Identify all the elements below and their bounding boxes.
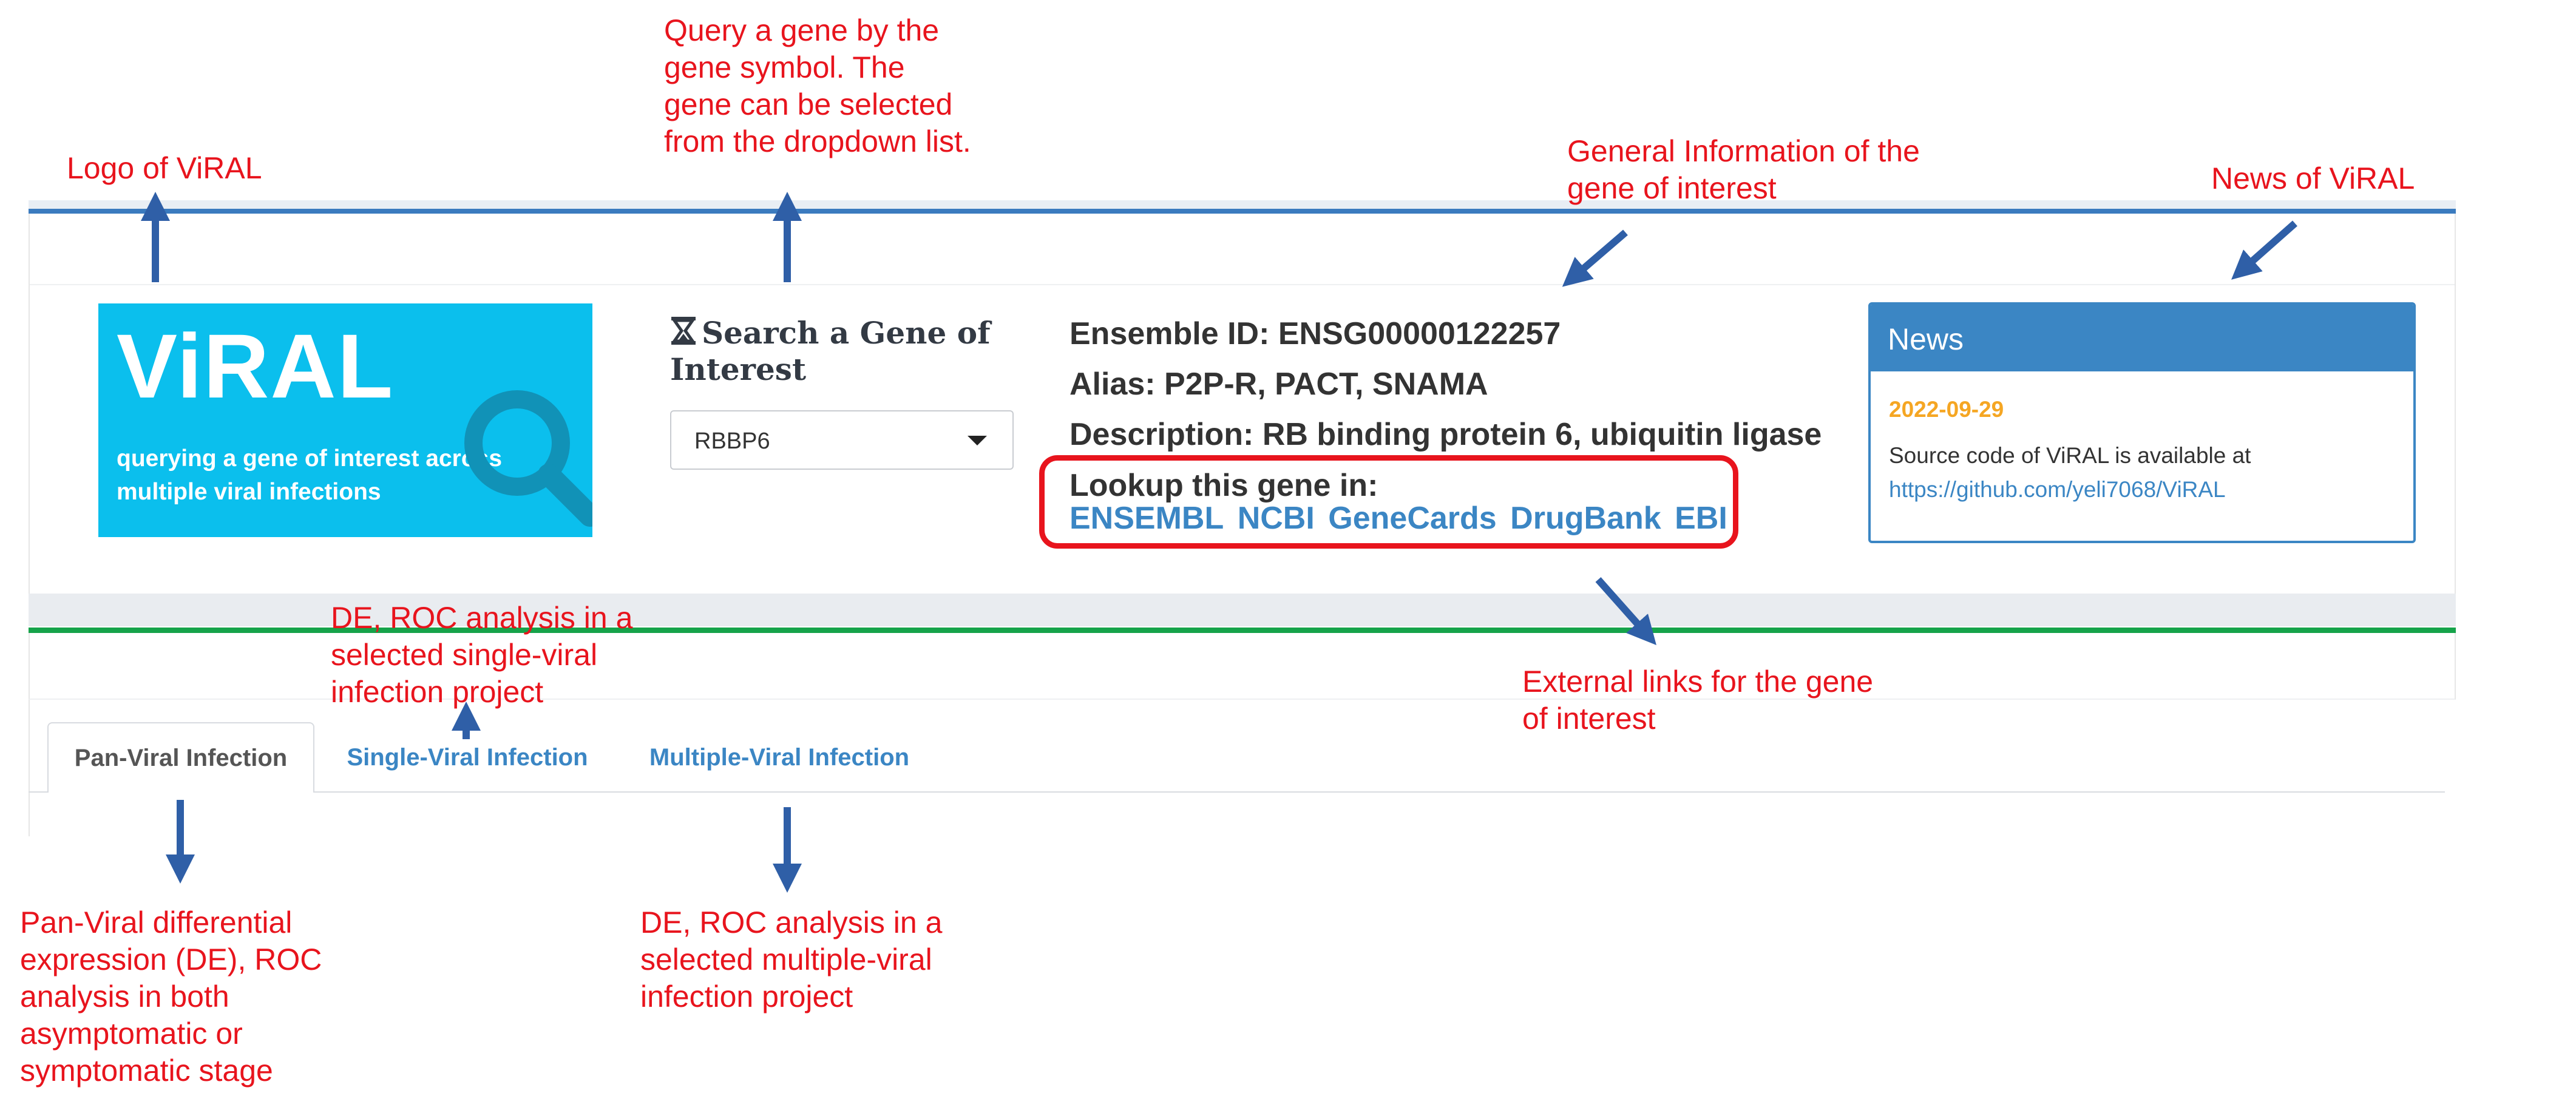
annotation-single-viral: DE, ROC analysis in a selected single-vi… — [331, 601, 633, 709]
arrow-external — [1595, 577, 1656, 645]
annotation-general-info: General Information of the gene of inter… — [1567, 134, 1920, 205]
annotation-logo: Logo of ViRAL — [67, 151, 262, 185]
annotation-query: Query a gene by the gene symbol. The gen… — [664, 13, 971, 158]
annotation-news: News of ViRAL — [2211, 161, 2415, 195]
arrow-news — [2231, 220, 2297, 280]
annotation-arrows — [141, 192, 2297, 893]
annotation-pan-viral: Pan-Viral differential expression (DE), … — [20, 905, 322, 1088]
annotation-multiple-viral: DE, ROC analysis in a selected multiple-… — [640, 905, 943, 1013]
annotation-external-links: External links for the gene of interest — [1522, 665, 1874, 736]
arrow-general-info — [1562, 229, 1628, 287]
